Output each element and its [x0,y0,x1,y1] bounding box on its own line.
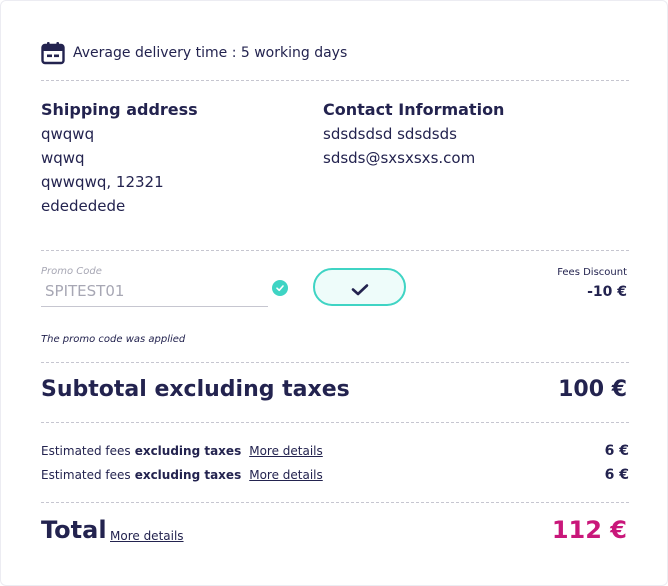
divider [41,80,629,81]
total-label: Total [41,516,107,544]
check-icon [351,282,369,301]
fee-prefix: Estimated fees [41,444,131,458]
calendar-icon [41,41,65,65]
shipping-line: qwwqwq, 12321 [41,173,164,191]
fee-row: Estimated fees excluding taxes More deta… [41,442,629,460]
contact-information: Contact Information sdsdsdsd sdsdsds sds… [323,98,504,170]
fee-value: 6 € [604,443,629,459]
divider [41,362,629,363]
contact-email: sdsds@sxsxsxs.com [323,149,476,167]
subtotal-label: Subtotal excluding taxes [41,377,350,402]
promo-applied-note: The promo code was applied [41,334,186,345]
total-more-details-link[interactable]: More details [110,529,184,543]
delivery-text: Average delivery time : 5 working days [73,45,348,61]
contact-name: sdsdsdsd sdsdsds [323,125,457,143]
divider [41,422,629,423]
fee-bold: excluding taxes [134,444,242,458]
contact-title: Contact Information [323,100,505,119]
fee-bold: excluding taxes [134,468,242,482]
subtotal-value: 100 € [558,377,627,402]
delivery-info: Average delivery time : 5 working days [41,41,347,65]
fee-row: Estimated fees excluding taxes More deta… [41,466,629,484]
check-circle-icon [272,280,288,296]
total-value: 112 € [551,516,627,544]
shipping-line: edededede [41,197,126,215]
divider [41,502,629,503]
shipping-line: qwqwq [41,125,95,143]
promo-code-input[interactable] [41,275,268,307]
shipping-address: Shipping address qwqwq wqwq qwwqwq, 1232… [41,98,198,218]
divider [41,250,629,251]
fees-discount-label: Fees Discount [557,267,627,278]
shipping-title: Shipping address [41,100,198,119]
fee-more-details-link[interactable]: More details [249,444,323,458]
fee-more-details-link[interactable]: More details [249,468,323,482]
fee-prefix: Estimated fees [41,468,131,482]
order-summary-card: Average delivery time : 5 working days S… [0,0,668,586]
shipping-line: wqwq [41,149,85,167]
fee-value: 6 € [604,467,629,483]
apply-promo-button[interactable] [313,268,406,306]
fees-discount-value: -10 € [587,284,627,300]
